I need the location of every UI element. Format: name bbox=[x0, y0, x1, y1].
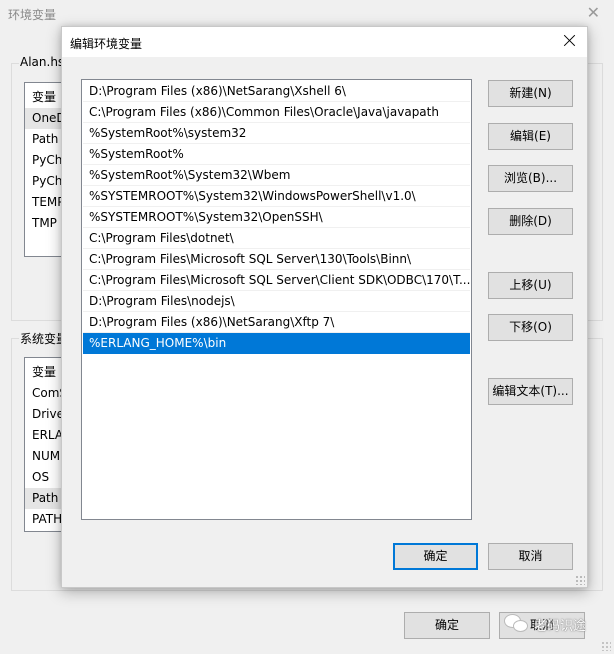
path-list-item[interactable]: C:\Program Files\dotnet\ bbox=[83, 228, 470, 249]
edit-button[interactable]: 编辑(E) bbox=[488, 123, 573, 150]
path-list-item[interactable]: %SystemRoot%\system32 bbox=[83, 123, 470, 144]
path-list-item[interactable]: C:\Program Files\Microsoft SQL Server\13… bbox=[83, 249, 470, 270]
wechat-icon bbox=[504, 614, 530, 634]
new-button[interactable]: 新建(N) bbox=[488, 80, 573, 107]
path-list[interactable]: D:\Program Files (x86)\NetSarang\Xshell … bbox=[81, 79, 472, 520]
browse-button[interactable]: 浏览(B)... bbox=[488, 165, 573, 192]
edit-environment-variable-dialog: 编辑环境变量 D:\Program Files (x86)\NetSarang\… bbox=[61, 26, 588, 588]
dialog-title: 编辑环境变量 bbox=[70, 37, 143, 51]
bg-close-icon[interactable]: ✕ bbox=[587, 5, 600, 21]
path-list-item[interactable]: %SYSTEMROOT%\System32\OpenSSH\ bbox=[83, 207, 470, 228]
resize-grip-icon[interactable] bbox=[575, 575, 585, 585]
move-down-button[interactable]: 下移(O) bbox=[488, 314, 573, 341]
cancel-button[interactable]: 取消 bbox=[488, 543, 573, 570]
move-up-button[interactable]: 上移(U) bbox=[488, 272, 573, 299]
close-icon[interactable] bbox=[562, 33, 578, 49]
path-list-item[interactable]: D:\Program Files (x86)\NetSarang\Xshell … bbox=[83, 81, 470, 102]
path-list-item[interactable]: %SystemRoot% bbox=[83, 144, 470, 165]
delete-button[interactable]: 删除(D) bbox=[488, 208, 573, 235]
watermark-text: 老码识途 bbox=[534, 618, 587, 634]
path-list-item[interactable]: %SYSTEMROOT%\System32\WindowsPowerShell\… bbox=[83, 186, 470, 207]
edit-text-button[interactable]: 编辑文本(T)... bbox=[488, 378, 573, 405]
bg-resize-grip-icon[interactable] bbox=[601, 641, 611, 651]
path-list-item[interactable]: C:\Program Files\Microsoft SQL Server\Cl… bbox=[83, 270, 470, 291]
watermark: 老码识途 bbox=[504, 614, 586, 634]
path-list-item[interactable]: %SystemRoot%\System32\Wbem bbox=[83, 165, 470, 186]
path-list-item[interactable]: D:\Program Files (x86)\NetSarang\Xftp 7\ bbox=[83, 312, 470, 333]
ok-button[interactable]: 确定 bbox=[393, 543, 478, 570]
path-list-item[interactable]: D:\Program Files\nodejs\ bbox=[83, 291, 470, 312]
dialog-titlebar[interactable]: 编辑环境变量 bbox=[62, 27, 587, 57]
bg-titlebar: 环境变量 ✕ bbox=[0, 0, 614, 29]
path-list-item[interactable]: %ERLANG_HOME%\bin bbox=[83, 333, 470, 354]
bg-window-title: 环境变量 bbox=[8, 8, 57, 22]
bg-ok-button[interactable]: 确定 bbox=[404, 612, 490, 639]
path-list-item[interactable]: C:\Program Files (x86)\Common Files\Orac… bbox=[83, 102, 470, 123]
